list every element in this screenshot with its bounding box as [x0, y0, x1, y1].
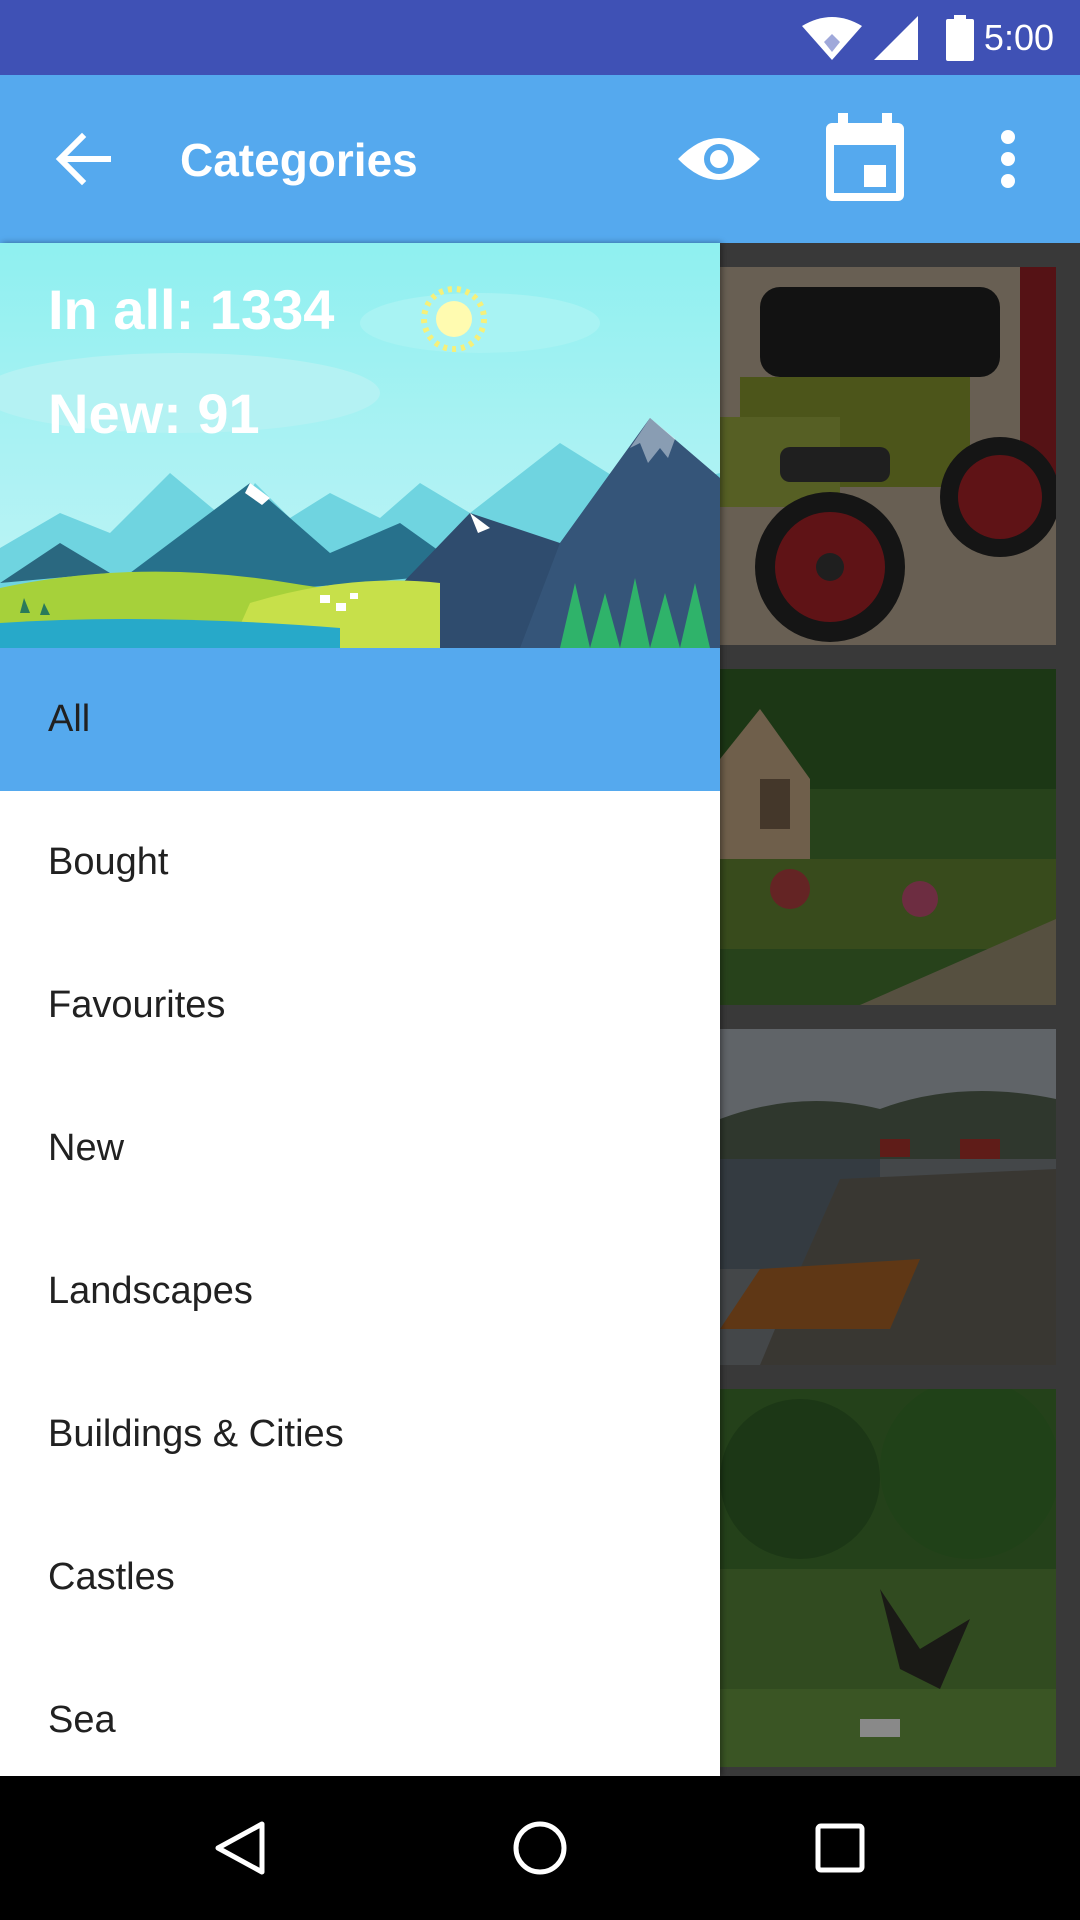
- drawer-item-bought[interactable]: Bought: [0, 791, 720, 934]
- status-bar: 5:00: [0, 0, 1080, 75]
- drawer-item-all[interactable]: All: [0, 648, 720, 791]
- navigation-drawer: In all: 1334 New: 91 All Bought Favourit…: [0, 243, 720, 1776]
- more-vert-icon[interactable]: [990, 129, 1026, 189]
- drawer-item-label: Landscapes: [48, 1270, 253, 1312]
- total-count: In all: 1334: [48, 278, 335, 341]
- battery-icon: [945, 14, 974, 61]
- drawer-item-sea[interactable]: Sea: [0, 1649, 720, 1776]
- recents-square-icon[interactable]: [810, 1818, 870, 1878]
- page-title: Categories: [180, 134, 418, 186]
- drawer-item-label: Castles: [48, 1556, 175, 1598]
- drawer-item-new[interactable]: New: [0, 1077, 720, 1220]
- new-count: New: 91: [48, 382, 260, 445]
- drawer-item-label: Favourites: [48, 984, 226, 1026]
- calendar-icon[interactable]: [820, 113, 910, 203]
- back-arrow-icon[interactable]: [52, 127, 116, 191]
- back-triangle-icon[interactable]: [210, 1818, 270, 1878]
- drawer-header: In all: 1334 New: 91: [0, 243, 720, 648]
- drawer-item-label: Buildings & Cities: [48, 1413, 344, 1455]
- drawer-item-label: Bought: [48, 841, 169, 883]
- drawer-item-castles[interactable]: Castles: [0, 1506, 720, 1649]
- status-time: 5:00: [983, 16, 1054, 58]
- eye-icon[interactable]: [676, 127, 762, 191]
- drawer-item-buildings-cities[interactable]: Buildings & Cities: [0, 1363, 720, 1506]
- system-nav-bar: [0, 1776, 1080, 1920]
- drawer-item-label: All: [48, 698, 91, 740]
- drawer-item-landscapes[interactable]: Landscapes: [0, 1220, 720, 1363]
- wifi-icon: [800, 16, 864, 60]
- drawer-item-label: New: [48, 1127, 125, 1169]
- signal-icon: [873, 15, 918, 60]
- home-circle-icon[interactable]: [510, 1818, 570, 1878]
- drawer-item-label: Sea: [48, 1699, 116, 1741]
- app-bar: Categories: [0, 75, 1080, 243]
- drawer-item-favourites[interactable]: Favourites: [0, 934, 720, 1077]
